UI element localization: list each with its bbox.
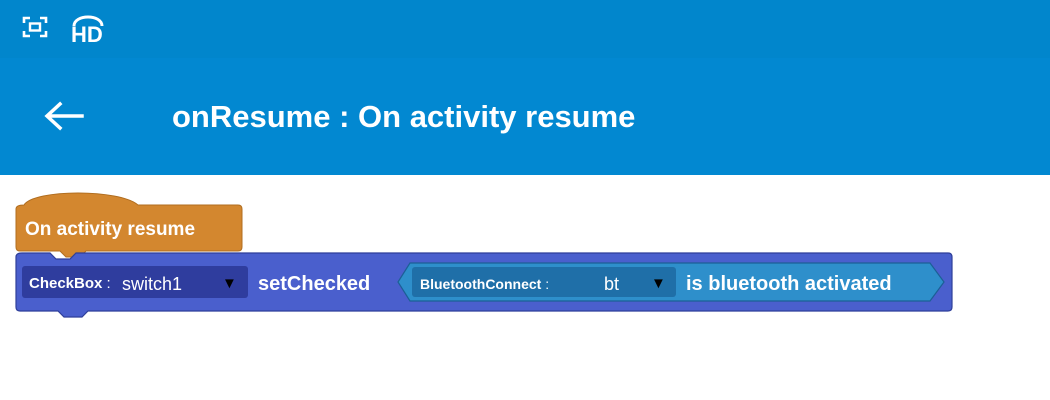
chevron-down-icon[interactable]: ▼ [222,275,237,292]
bluetooth-method-label: is bluetooth activated [686,273,892,295]
status-bar: HD [0,0,1050,58]
checkbox-value: switch1 [122,274,183,294]
page-title: onResume : On activity resume [172,99,636,134]
event-block-label: On activity resume [25,219,196,240]
back-arrow-icon [42,101,86,136]
chevron-down-icon[interactable]: ▼ [651,275,666,292]
bluetooth-class-label: BluetoothConnect : [420,276,550,292]
checkbox-class-label: CheckBox : [29,275,111,292]
status-icons: HD [22,10,108,48]
bluetooth-value: bt [604,274,620,294]
screenshot-icon [22,16,48,43]
hd-label: HD [71,22,103,47]
block-workspace[interactable]: On activity resume CheckBox : switch1 ▼ … [0,175,1050,400]
set-checked-label: setChecked [258,273,371,295]
app-bar: onResume : On activity resume [0,58,1050,175]
back-button[interactable] [36,96,92,140]
hd-voice-icon: HD [68,10,108,48]
